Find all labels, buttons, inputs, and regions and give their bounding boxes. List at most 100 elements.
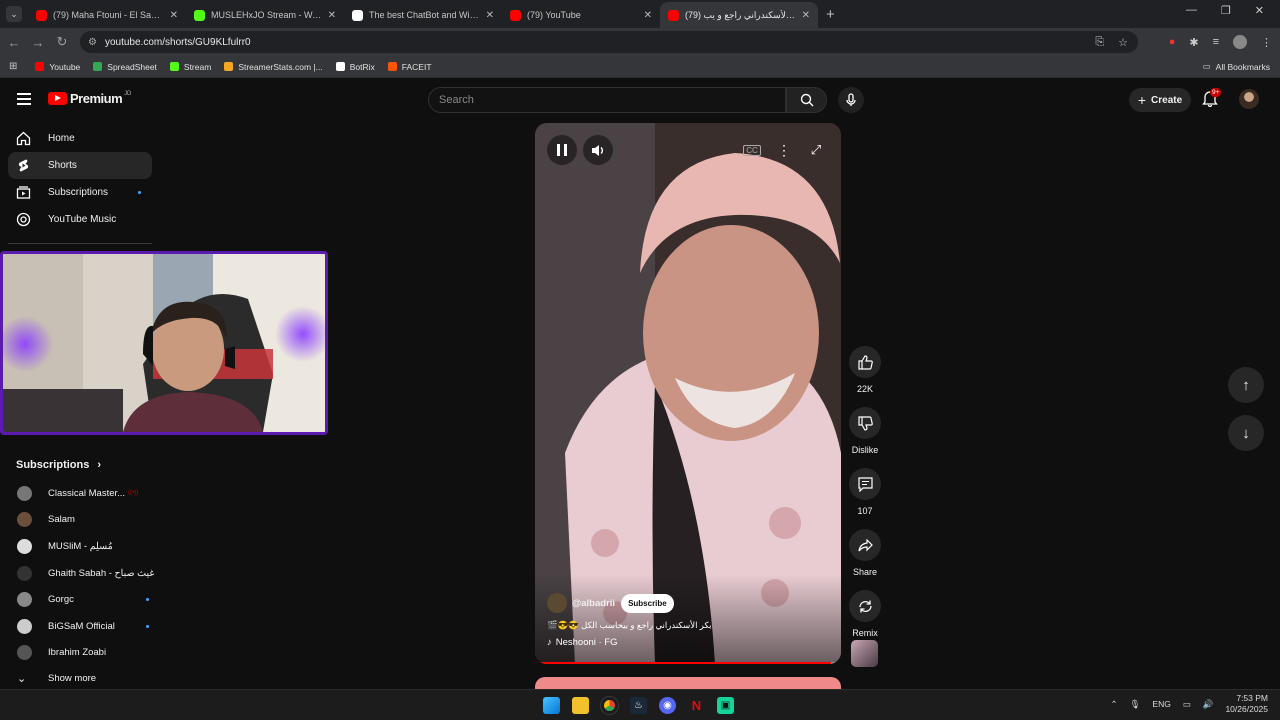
tab-favicon-icon xyxy=(352,9,363,21)
reload-icon[interactable]: ↻ xyxy=(50,34,74,50)
all-bookmarks[interactable]: ▭ All Bookmarks xyxy=(1203,61,1270,72)
previous-short-button[interactable]: ↑ xyxy=(1228,367,1264,403)
extensions-icon[interactable]: ✱ xyxy=(1189,36,1198,49)
language-indicator[interactable]: ENG xyxy=(1152,699,1170,709)
channel-avatar[interactable] xyxy=(547,593,567,613)
bookmark-item[interactable]: Stream xyxy=(169,62,211,72)
music-row[interactable]: ♪ Neshooni · FG xyxy=(547,637,618,648)
subscription-item[interactable]: BiGSaM Official xyxy=(0,613,160,640)
tab-close-icon[interactable]: ✕ xyxy=(802,10,810,21)
forward-icon[interactable]: → xyxy=(26,35,50,50)
bookmark-star-icon[interactable]: ☆ xyxy=(1118,36,1128,49)
bookmark-item[interactable]: SpreadSheet xyxy=(93,62,157,72)
browser-tab[interactable]: The best ChatBot and Widgets ✕ xyxy=(344,2,502,28)
profile-icon[interactable] xyxy=(1233,35,1247,49)
subscription-item[interactable]: Classical Master... ((•)) xyxy=(0,480,160,507)
remix-button[interactable] xyxy=(849,590,881,622)
browser-tab[interactable]: (79) بكر الأسكندراني راجع و يب ✕ xyxy=(660,2,818,28)
media-control-icon[interactable]: ≡ xyxy=(1213,36,1219,48)
all-bookmarks-label: All Bookmarks xyxy=(1215,61,1270,72)
like-button[interactable] xyxy=(849,346,881,378)
next-short-peek[interactable] xyxy=(535,677,841,689)
steam-icon[interactable]: ♨ xyxy=(630,697,647,714)
captions-button[interactable]: CC xyxy=(737,135,767,165)
chrome-icon[interactable] xyxy=(601,697,618,714)
install-icon[interactable]: ⎘ xyxy=(1095,36,1104,49)
subscriptions-section-title[interactable]: Subscriptions › xyxy=(16,459,101,471)
subscribe-button[interactable]: Subscribe xyxy=(621,593,674,613)
dislike-button[interactable] xyxy=(849,407,881,439)
browser-tab[interactable]: (79) YouTube ✕ xyxy=(502,2,660,28)
show-more-button[interactable]: ⌄ Show more xyxy=(0,665,96,692)
windows-start-icon[interactable] xyxy=(543,697,560,714)
new-tab-button[interactable]: + xyxy=(826,6,835,23)
sound-thumbnail[interactable] xyxy=(851,640,878,667)
create-button[interactable]: + Create xyxy=(1129,88,1191,112)
back-icon[interactable]: ← xyxy=(2,35,26,50)
arrow-up-icon: ↑ xyxy=(1242,376,1250,394)
display-icon[interactable]: ▭ xyxy=(1183,699,1191,710)
tab-close-icon[interactable]: ✕ xyxy=(486,10,494,21)
next-short-button[interactable]: ↓ xyxy=(1228,415,1264,451)
notifications-button[interactable]: 9+ xyxy=(1202,88,1222,112)
more-vertical-icon: ⋮ xyxy=(777,141,791,158)
streaming-app-icon[interactable]: ▣ xyxy=(717,697,734,714)
comments-button[interactable] xyxy=(849,468,881,500)
search-input[interactable]: Search xyxy=(428,87,786,113)
shorts-player[interactable]: CC ⋮ ⤢ @albadrii Subscribe بكر الأسكندرا… xyxy=(535,123,841,664)
site-info-icon[interactable]: ⚙ xyxy=(88,37,97,48)
subscription-item[interactable]: Salam xyxy=(0,507,160,534)
subscription-item[interactable]: MUSliM - مُسلِم xyxy=(0,533,160,560)
create-label: Create xyxy=(1151,94,1183,106)
discord-icon[interactable]: ◉ xyxy=(659,697,676,714)
minimize-icon[interactable]: — xyxy=(1186,4,1197,17)
extension-red-icon[interactable]: ● xyxy=(1169,36,1176,48)
share-label: Share xyxy=(852,567,878,577)
search-button[interactable] xyxy=(786,87,827,113)
youtube-premium-logo[interactable]: Premium JO xyxy=(48,91,131,106)
browser-tab[interactable]: (79) Maha Ftouni - El Sabr Gam ✕ xyxy=(28,2,186,28)
new-content-dot xyxy=(138,191,141,194)
bookmark-item[interactable]: BotRix xyxy=(335,61,375,72)
more-options-button[interactable]: ⋮ xyxy=(769,135,799,165)
subscription-item[interactable]: Gorgc xyxy=(0,586,160,613)
restore-icon[interactable]: ❐ xyxy=(1221,4,1231,17)
short-caption[interactable]: بكر الأسكندراني راجع و بيحاسب الكل 😎😎🎬 xyxy=(547,620,712,631)
clock[interactable]: 7:53 PM 10/26/2025 xyxy=(1225,693,1268,715)
bookmark-item[interactable]: Youtube xyxy=(35,62,80,72)
bookmark-label: BotRix xyxy=(349,61,375,72)
sidebar-item-youtube-music[interactable]: YouTube Music xyxy=(8,206,152,233)
netflix-icon[interactable]: N xyxy=(688,697,705,714)
tab-close-icon[interactable]: ✕ xyxy=(644,10,652,21)
kebab-menu-icon[interactable]: ⋮ xyxy=(1261,36,1272,49)
account-avatar[interactable] xyxy=(1239,89,1259,109)
tab-favicon-icon xyxy=(194,9,205,21)
tab-close-icon[interactable]: ✕ xyxy=(170,10,178,21)
bookmark-favicon-icon xyxy=(224,62,234,71)
tab-close-icon[interactable]: ✕ xyxy=(328,10,336,21)
bookmark-item[interactable]: StreamerStats.com |... xyxy=(224,62,323,72)
browser-tab[interactable]: MUSLEHxJO Stream - Watch Liv ✕ xyxy=(186,2,344,28)
sidebar-item-subscriptions[interactable]: Subscriptions xyxy=(8,179,152,206)
pause-button[interactable] xyxy=(547,135,577,165)
speaker-icon[interactable]: 🔊 xyxy=(1203,699,1214,710)
share-button[interactable] xyxy=(849,529,881,561)
voice-search-button[interactable] xyxy=(838,87,864,113)
address-bar[interactable]: ⚙ youtube.com/shorts/GU9KLfulrr0 ⎘ ☆ xyxy=(80,31,1138,53)
tray-mic-icon[interactable]: 🎙 xyxy=(1130,699,1141,710)
sidebar-item-home[interactable]: Home xyxy=(8,125,152,152)
apps-grid-icon[interactable]: ⊞ xyxy=(9,61,17,72)
channel-handle[interactable]: @albadrii xyxy=(572,598,615,609)
subscription-item[interactable]: Ghaith Sabah - غيث صباح xyxy=(0,560,160,587)
bookmark-item[interactable]: FACEIT xyxy=(387,62,432,72)
hamburger-menu-icon[interactable] xyxy=(17,93,31,105)
tab-search-button[interactable]: ⌄ xyxy=(6,6,22,22)
chevron-up-icon[interactable]: ⌃ xyxy=(1110,699,1117,710)
volume-button[interactable] xyxy=(583,135,613,165)
sidebar-item-shorts[interactable]: Shorts xyxy=(8,152,152,179)
close-window-icon[interactable]: ✕ xyxy=(1255,4,1264,17)
subscription-item[interactable]: Ibrahim Zoabi xyxy=(0,640,160,667)
fullscreen-button[interactable]: ⤢ xyxy=(801,135,831,165)
progress-bar[interactable] xyxy=(539,662,837,664)
file-explorer-icon[interactable] xyxy=(572,697,589,714)
